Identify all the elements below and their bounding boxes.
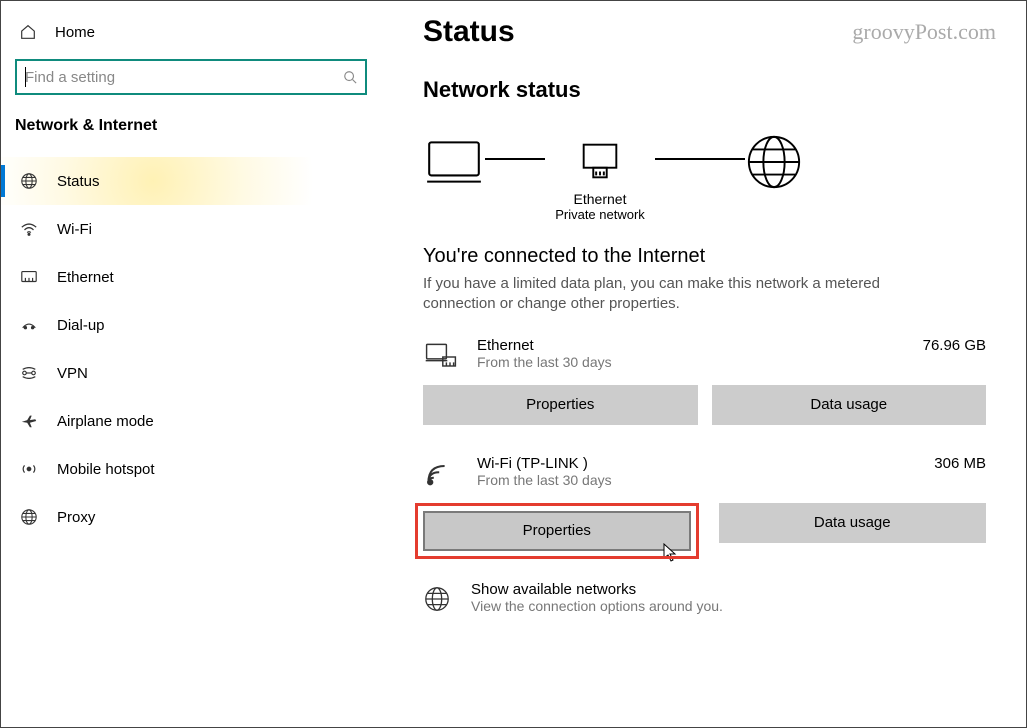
- network-row-wifi: Wi-Fi (TP-LINK ) From the last 30 days 3…: [423, 455, 986, 493]
- dialup-icon: [19, 315, 39, 335]
- network-diagram: Ethernet Private network: [423, 131, 986, 227]
- home-icon: [19, 23, 37, 41]
- sidebar-item-label: Ethernet: [57, 269, 114, 286]
- sidebar-item-label: Wi-Fi: [57, 221, 92, 238]
- data-usage-button-wifi[interactable]: Data usage: [719, 503, 987, 543]
- network-name: Wi-Fi (TP-LINK ): [477, 455, 878, 472]
- sidebar-item-dialup[interactable]: Dial-up: [1, 301, 381, 349]
- available-networks-title: Show available networks: [471, 581, 723, 598]
- sidebar-item-wifi[interactable]: Wi-Fi: [1, 205, 381, 253]
- search-input[interactable]: [25, 69, 343, 86]
- network-name: Ethernet: [477, 337, 878, 354]
- router-icon: Ethernet Private network: [545, 137, 655, 222]
- network-period: From the last 30 days: [477, 354, 878, 370]
- highlight-annotation: Properties: [415, 503, 699, 559]
- network-row-ethernet: Ethernet From the last 30 days 76.96 GB: [423, 337, 986, 375]
- sidebar-item-status[interactable]: Status: [1, 157, 381, 205]
- diagram-connector: [655, 158, 745, 160]
- sidebar-item-label: Mobile hotspot: [57, 461, 155, 478]
- section-subtitle: Network status: [423, 77, 986, 103]
- search-icon: [343, 70, 357, 84]
- home-nav[interactable]: Home: [1, 19, 381, 59]
- section-header: Network & Internet: [1, 117, 381, 139]
- sidebar-item-ethernet[interactable]: Ethernet: [1, 253, 381, 301]
- globe-large-icon: [745, 133, 803, 225]
- diagram-mid-sub: Private network: [555, 207, 645, 222]
- sidebar-item-label: Dial-up: [57, 317, 105, 334]
- sidebar-item-airplane[interactable]: Airplane mode: [1, 397, 381, 445]
- network-usage: 306 MB: [896, 455, 986, 472]
- diagram-mid-label: Ethernet: [574, 191, 627, 207]
- show-available-networks[interactable]: Show available networks View the connect…: [423, 581, 986, 615]
- sidebar-item-proxy[interactable]: Proxy: [1, 493, 381, 541]
- sidebar-item-hotspot[interactable]: Mobile hotspot: [1, 445, 381, 493]
- globe-icon: [423, 585, 453, 615]
- available-networks-sub: View the connection options around you.: [471, 598, 723, 614]
- properties-button-ethernet[interactable]: Properties: [423, 385, 698, 425]
- hotspot-icon: [19, 459, 39, 479]
- text-cursor: [25, 67, 26, 87]
- airplane-icon: [19, 411, 39, 431]
- sidebar-item-vpn[interactable]: VPN: [1, 349, 381, 397]
- search-input-container[interactable]: [15, 59, 367, 95]
- pc-icon: [423, 131, 485, 227]
- network-usage: 76.96 GB: [896, 337, 986, 354]
- sidebar-item-label: Proxy: [57, 509, 95, 526]
- globe-icon: [19, 507, 39, 527]
- properties-button-wifi[interactable]: Properties: [423, 511, 691, 551]
- wifi-icon: [19, 219, 39, 239]
- connected-description: If you have a limited data plan, you can…: [423, 274, 883, 315]
- home-label: Home: [55, 24, 95, 41]
- connected-heading: You're connected to the Internet: [423, 245, 986, 268]
- globe-icon: [19, 171, 39, 191]
- sidebar: Home Network & Internet Status: [1, 1, 381, 727]
- nav-list: Status Wi-Fi Ethernet: [1, 139, 381, 541]
- wifi-arc-icon: [423, 457, 459, 493]
- sidebar-item-label: VPN: [57, 365, 88, 382]
- diagram-connector: [485, 158, 545, 160]
- sidebar-item-label: Airplane mode: [57, 413, 154, 430]
- ethernet-pc-icon: [423, 339, 459, 375]
- ethernet-icon: [19, 267, 39, 287]
- main-panel: groovyPost.com Status Network status Eth…: [381, 1, 1026, 727]
- sidebar-item-label: Status: [57, 173, 100, 190]
- network-period: From the last 30 days: [477, 472, 878, 488]
- data-usage-button-ethernet[interactable]: Data usage: [712, 385, 987, 425]
- watermark: groovyPost.com: [852, 19, 996, 45]
- vpn-icon: [19, 363, 39, 383]
